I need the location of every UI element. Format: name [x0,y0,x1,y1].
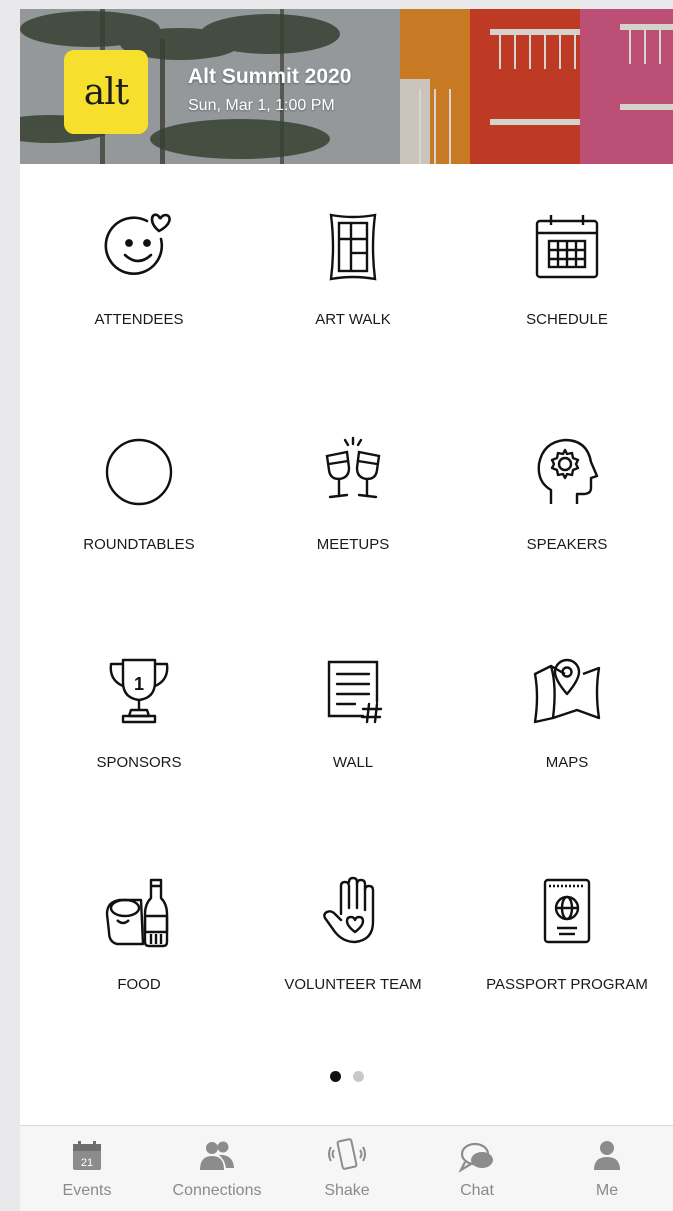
menu-item-label: MAPS [545,754,589,771]
tab-label: Chat [460,1182,494,1199]
menu-item-label: VOLUNTEER TEAM [284,976,422,993]
menu-item-sponsors[interactable]: 1 SPONSORS [34,622,244,772]
smiley-heart-icon [104,213,171,275]
person-icon [594,1141,620,1170]
circle-table-icon [105,438,173,506]
hand-heart-icon [323,876,375,944]
menu-item-food[interactable]: FOOD [34,844,244,994]
map-pin-icon [533,658,601,724]
menu-item-label: SPEAKERS [526,536,608,553]
page-indicator[interactable] [20,1071,673,1082]
framed-art-icon [329,213,377,281]
menu-item-attendees[interactable]: ATTENDEES [34,179,244,329]
bottom-tab-bar: 21 Events Connections Shake Chat Me [20,1125,673,1211]
event-date: Sun, Mar 1, 1:00 PM [188,97,335,114]
menu-item-label: MEETUPS [316,536,390,553]
passport-icon [543,878,591,944]
event-title: Alt Summit 2020 [188,65,352,88]
menu-item-label: ROUNDTABLES [83,536,195,553]
menu-item-roundtables[interactable]: ROUNDTABLES [34,404,244,554]
menu-item-label: ART WALK [315,311,391,328]
calendar-icon [535,215,599,279]
calendar-day-number: 21 [81,1157,93,1169]
menu-item-label: SCHEDULE [526,311,608,328]
tab-chat[interactable]: Chat [417,1126,537,1211]
tab-me[interactable]: Me [547,1126,667,1211]
menu-item-art-walk[interactable]: ART WALK [248,179,458,329]
menu-item-label: FOOD [117,976,161,993]
logo-text: alt [83,71,129,113]
trophy-icon: 1 [109,658,169,724]
app-screen: alt Alt Summit 2020 Sun, Mar 1, 1:00 PM … [20,9,673,1211]
menu-item-label: SPONSORS [96,754,182,771]
svg-text:1: 1 [134,674,144,694]
menu-item-meetups[interactable]: MEETUPS [248,404,458,554]
tab-label: Events [62,1182,112,1199]
menu-item-wall[interactable]: WALL [248,622,458,772]
tab-events[interactable]: 21 Events [27,1126,147,1211]
tab-label: Connections [172,1182,262,1199]
menu-item-volunteer-team[interactable]: VOLUNTEER TEAM [248,844,458,994]
event-logo: alt [64,50,148,134]
calendar-tab-icon: 21 [73,1141,101,1170]
people-icon [200,1141,234,1170]
tab-label: Me [595,1182,619,1199]
phone-shake-icon [328,1138,366,1170]
head-gear-icon [537,438,599,504]
cheers-glasses-icon [325,436,381,499]
menu-item-maps[interactable]: MAPS [462,622,672,772]
menu-item-schedule[interactable]: SCHEDULE [462,179,672,329]
menu-item-label: WALL [332,754,374,771]
event-header: alt Alt Summit 2020 Sun, Mar 1, 1:00 PM [20,9,673,164]
menu-item-label: ATTENDEES [94,311,184,328]
tab-connections[interactable]: Connections [157,1126,277,1211]
tab-label: Shake [324,1182,370,1199]
page-dot-active[interactable] [329,1071,341,1082]
hashtag-note-icon [327,660,383,724]
menu-item-speakers[interactable]: SPEAKERS [462,404,672,554]
burrito-soda-icon [105,878,169,948]
menu-item-label: PASSPORT PROGRAM [486,976,648,993]
page-dot-inactive[interactable] [352,1071,364,1082]
chat-bubble-icon [458,1142,493,1173]
tab-shake[interactable]: Shake [287,1126,407,1211]
menu-item-passport-program[interactable]: PASSPORT PROGRAM [462,844,672,994]
